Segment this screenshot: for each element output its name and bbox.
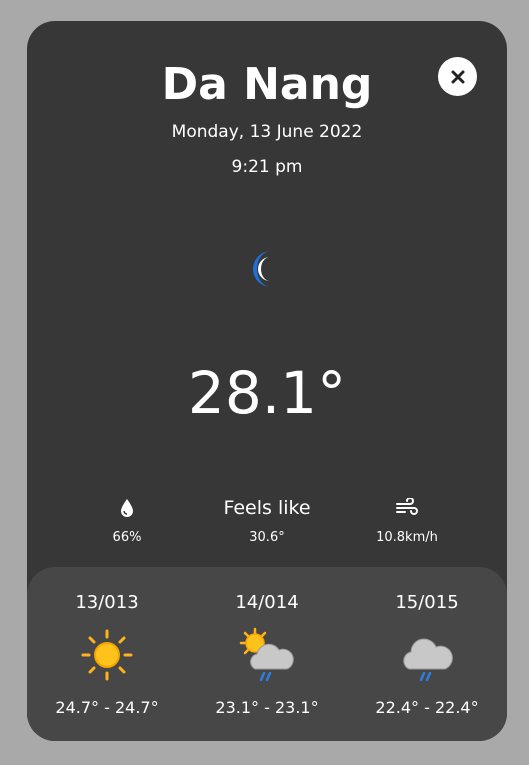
city-name: Da Nang	[161, 59, 373, 110]
sun-icon	[81, 629, 133, 681]
moon-icon	[252, 251, 271, 287]
weather-card: Da Nang Monday, 13 June 2022 9:21 pm 28.…	[27, 21, 507, 741]
date-label: Monday, 13 June 2022	[171, 122, 363, 142]
forecast-date: 13/013	[75, 592, 139, 613]
sun-cloud-rain-icon	[239, 627, 294, 682]
feels-like-value: 30.6°	[249, 530, 285, 545]
humidity-metric: 66%	[67, 495, 187, 547]
forecast-date: 14/014	[235, 592, 299, 613]
feels-like-label: Feels like	[223, 497, 311, 519]
forecast-day: 15/015 22.4° - 22.4°	[347, 567, 507, 741]
forecast-range: 22.4° - 22.4°	[375, 698, 479, 717]
time-label: 9:21 pm	[231, 157, 303, 177]
forecast-day: 13/013 24.7° - 24.7°	[27, 567, 187, 741]
current-temperature: 28.1°	[187, 359, 347, 427]
feels-like-metric: Feels like 30.6°	[207, 495, 327, 547]
forecast-day: 14/014 23.1° - 23.1°	[187, 567, 347, 741]
forecast-date: 15/015	[395, 592, 459, 613]
close-icon	[451, 70, 464, 83]
wind-value: 10.8km/h	[376, 530, 438, 545]
humidity-value: 66%	[112, 530, 142, 545]
wind-icon	[396, 498, 418, 515]
close-button[interactable]	[438, 57, 477, 96]
forecast-range: 24.7° - 24.7°	[55, 698, 159, 717]
forecast-panel: 13/013 24.7° - 24.7° 14/014 23.1° - 23.1…	[27, 567, 507, 741]
cloud-rain-icon	[403, 638, 453, 682]
forecast-range: 23.1° - 23.1°	[215, 698, 319, 717]
water-drop-icon	[121, 499, 133, 517]
wind-metric: 10.8km/h	[347, 495, 467, 547]
